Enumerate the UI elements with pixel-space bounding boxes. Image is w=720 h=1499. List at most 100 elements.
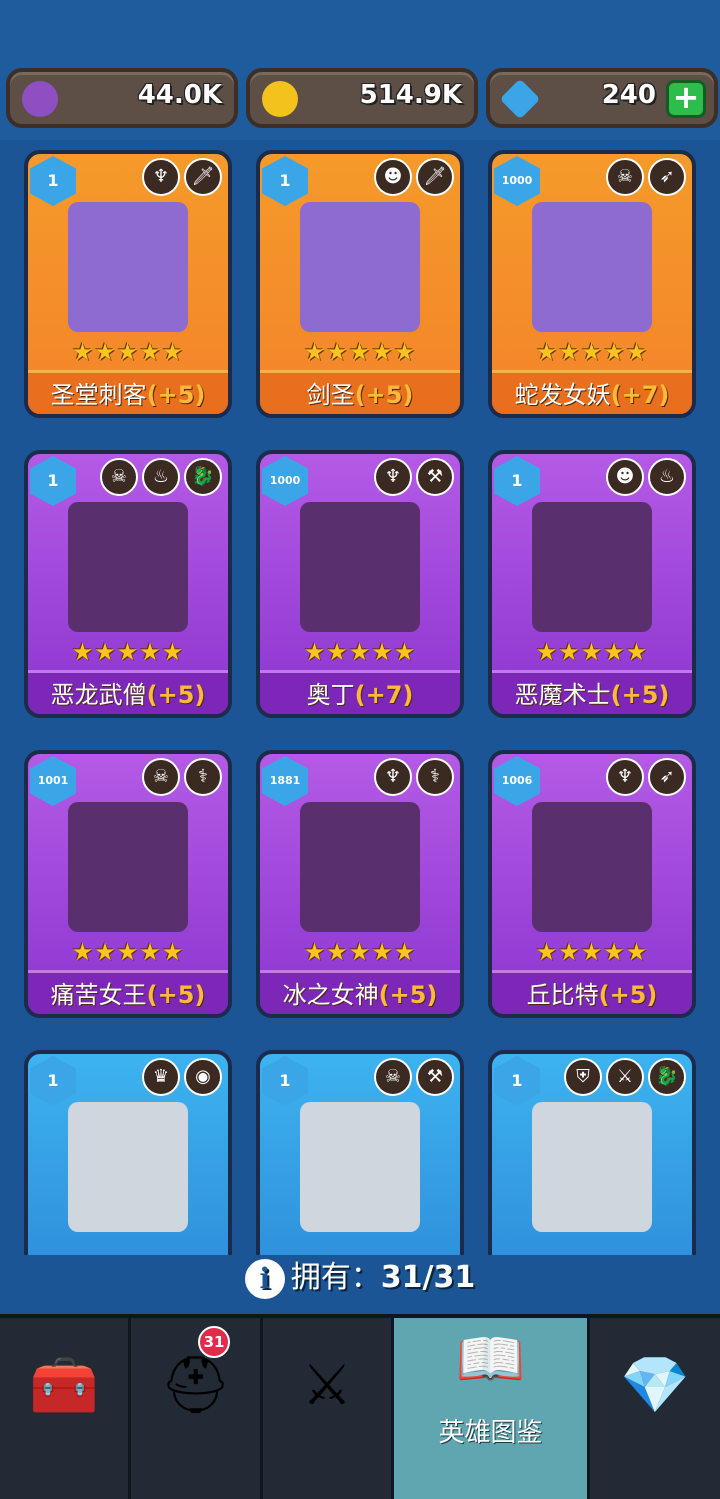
hero-portrait	[68, 502, 188, 632]
hero-card[interactable]: 1 ☻ ♨ ★★★★★ 恶魔术士(+5)	[488, 450, 696, 718]
level-badge: 1000	[494, 156, 540, 206]
viking-helmet-icon: ⛑	[159, 1353, 232, 1418]
wings-emblem-icon: ♆	[606, 758, 644, 796]
purple-coin-counter: 44.0K	[6, 68, 238, 128]
hero-tags: ♆ ⚒	[374, 458, 454, 496]
nav-amulet[interactable]: 💎	[590, 1318, 720, 1499]
treasure-chest-icon: 🧰	[29, 1353, 99, 1418]
codex-book-icon: 📖	[455, 1327, 526, 1392]
level-badge: 1000	[262, 456, 308, 506]
hero-bonus: (+5)	[610, 681, 670, 709]
dragon-icon: 🐉	[648, 1058, 686, 1096]
hero-card[interactable]: 1 ☠ ⚒	[256, 1050, 464, 1255]
elf-icon: ♛	[142, 1058, 180, 1096]
hero-card[interactable]: 1 ☠ ♨ 🐉 ★★★★★ 恶龙武僧(+5)	[24, 450, 232, 718]
bow-icon: ➶	[648, 758, 686, 796]
level-value: 1	[47, 471, 59, 490]
add-gems-button[interactable]: +	[666, 80, 706, 118]
hero-name: 恶魔术士	[514, 681, 611, 709]
star-rating: ★★★★★	[303, 638, 417, 666]
hero-name-bar: 蛇发女妖(+7)	[492, 370, 692, 414]
nav-heroes[interactable]: ⛑ 31	[131, 1318, 263, 1499]
flame-icon: ♨	[648, 458, 686, 496]
hero-portrait	[532, 1102, 652, 1232]
hero-name: 奥丁	[306, 681, 355, 709]
star-rating: ★★★★★	[535, 938, 649, 966]
hero-tags: ☠ ♨ 🐉	[100, 458, 222, 496]
skull-icon: ☠	[606, 158, 644, 196]
star-rating: ★★★★★	[71, 338, 185, 366]
level-value: 1000	[269, 474, 301, 487]
hero-card[interactable]: 1 ☻ 🗡 ★★★★★ 剑圣(+5)	[256, 150, 464, 418]
purple-coin-value: 44.0K	[137, 80, 222, 110]
hero-portrait	[532, 502, 652, 632]
hero-portrait	[300, 802, 420, 932]
gold-coin-counter: 514.9K	[246, 68, 478, 128]
crossed-swords-icon: ⚔	[301, 1353, 353, 1418]
hero-name-bar: 恶龙武僧(+5)	[28, 670, 228, 714]
hammer-icon: ⚒	[416, 458, 454, 496]
hero-portrait	[532, 802, 652, 932]
hero-name-bar: 奥丁(+7)	[260, 670, 460, 714]
hero-name: 痛苦女王	[50, 981, 147, 1009]
amulet-icon: 💎	[620, 1353, 690, 1418]
hero-portrait	[300, 502, 420, 632]
hero-tags: ☻ ♨	[606, 458, 686, 496]
skull-icon: ☠	[100, 458, 138, 496]
knight-helmet-icon: ⛨	[564, 1058, 602, 1096]
hero-name-bar: 圣堂刺客(+5)	[28, 370, 228, 414]
nav-chest[interactable]: 🧰	[0, 1318, 131, 1499]
level-value: 1	[47, 171, 59, 190]
owned-label: 拥有：	[290, 1260, 381, 1295]
hero-card[interactable]: 1881 ♆ ⚕ ★★★★★ 冰之女神(+5)	[256, 750, 464, 1018]
gem-icon	[499, 78, 541, 120]
hero-bonus: (+5)	[354, 381, 414, 409]
star-rating: ★★★★★	[71, 938, 185, 966]
hero-portrait	[300, 202, 420, 332]
hero-card[interactable]: 1000 ☠ ➶ ★★★★★ 蛇发女妖(+7)	[488, 150, 696, 418]
level-value: 1	[47, 1071, 59, 1090]
info-icon[interactable]: i	[244, 1258, 285, 1299]
hero-bonus: (+5)	[598, 981, 658, 1009]
hammer-icon: ⚒	[416, 1058, 454, 1096]
level-badge: 1	[30, 1056, 76, 1106]
hero-tags: ♆ 🗡	[142, 158, 222, 196]
hero-bonus: (+5)	[146, 981, 206, 1009]
staff-icon: ⚕	[184, 758, 222, 796]
flame-icon: ♨	[142, 458, 180, 496]
level-value: 1	[511, 471, 523, 490]
nav-battle[interactable]: ⚔	[263, 1318, 394, 1499]
wings-emblem-icon: ♆	[142, 158, 180, 196]
star-rating: ★★★★★	[71, 638, 185, 666]
level-badge: 1881	[262, 756, 308, 806]
level-value: 1881	[269, 774, 301, 787]
level-badge: 1	[494, 456, 540, 506]
hero-card[interactable]: 1001 ☠ ⚕ ★★★★★ 痛苦女王(+5)	[24, 750, 232, 1018]
hero-card[interactable]: 1 ♛ ◉	[24, 1050, 232, 1255]
hero-bonus: (+5)	[378, 981, 438, 1009]
hero-bonus: (+5)	[146, 681, 206, 709]
level-value: 1006	[501, 774, 533, 787]
hero-card[interactable]: 1 ♆ 🗡 ★★★★★ 圣堂刺客(+5)	[24, 150, 232, 418]
dagger-icon: 🗡	[416, 158, 454, 196]
star-rating: ★★★★★	[535, 638, 649, 666]
hero-tags: ♛ ◉	[142, 1058, 222, 1096]
wings-emblem-icon: ♆	[374, 758, 412, 796]
hero-portrait	[68, 802, 188, 932]
level-badge: 1	[262, 156, 308, 206]
hero-name: 恶龙武僧	[50, 681, 147, 709]
hero-name: 圣堂刺客	[50, 381, 147, 409]
level-badge: 1006	[494, 756, 540, 806]
skull-icon: ☠	[374, 1058, 412, 1096]
notification-badge: 31	[198, 1326, 230, 1358]
purple-coin-icon	[22, 81, 58, 117]
nav-codex[interactable]: 📖 英雄图鉴	[394, 1318, 590, 1499]
bow-icon: ➶	[648, 158, 686, 196]
hero-card[interactable]: 1006 ♆ ➶ ★★★★★ 丘比特(+5)	[488, 750, 696, 1018]
nav-codex-label: 英雄图鉴	[438, 1418, 543, 1448]
hero-card[interactable]: 1 ⛨ ⚔ 🐉	[488, 1050, 696, 1255]
hero-card[interactable]: 1000 ♆ ⚒ ★★★★★ 奥丁(+7)	[256, 450, 464, 718]
hero-tags: ⛨ ⚔ 🐉	[564, 1058, 686, 1096]
gem-counter: 240 +	[486, 68, 718, 128]
level-badge: 1001	[30, 756, 76, 806]
